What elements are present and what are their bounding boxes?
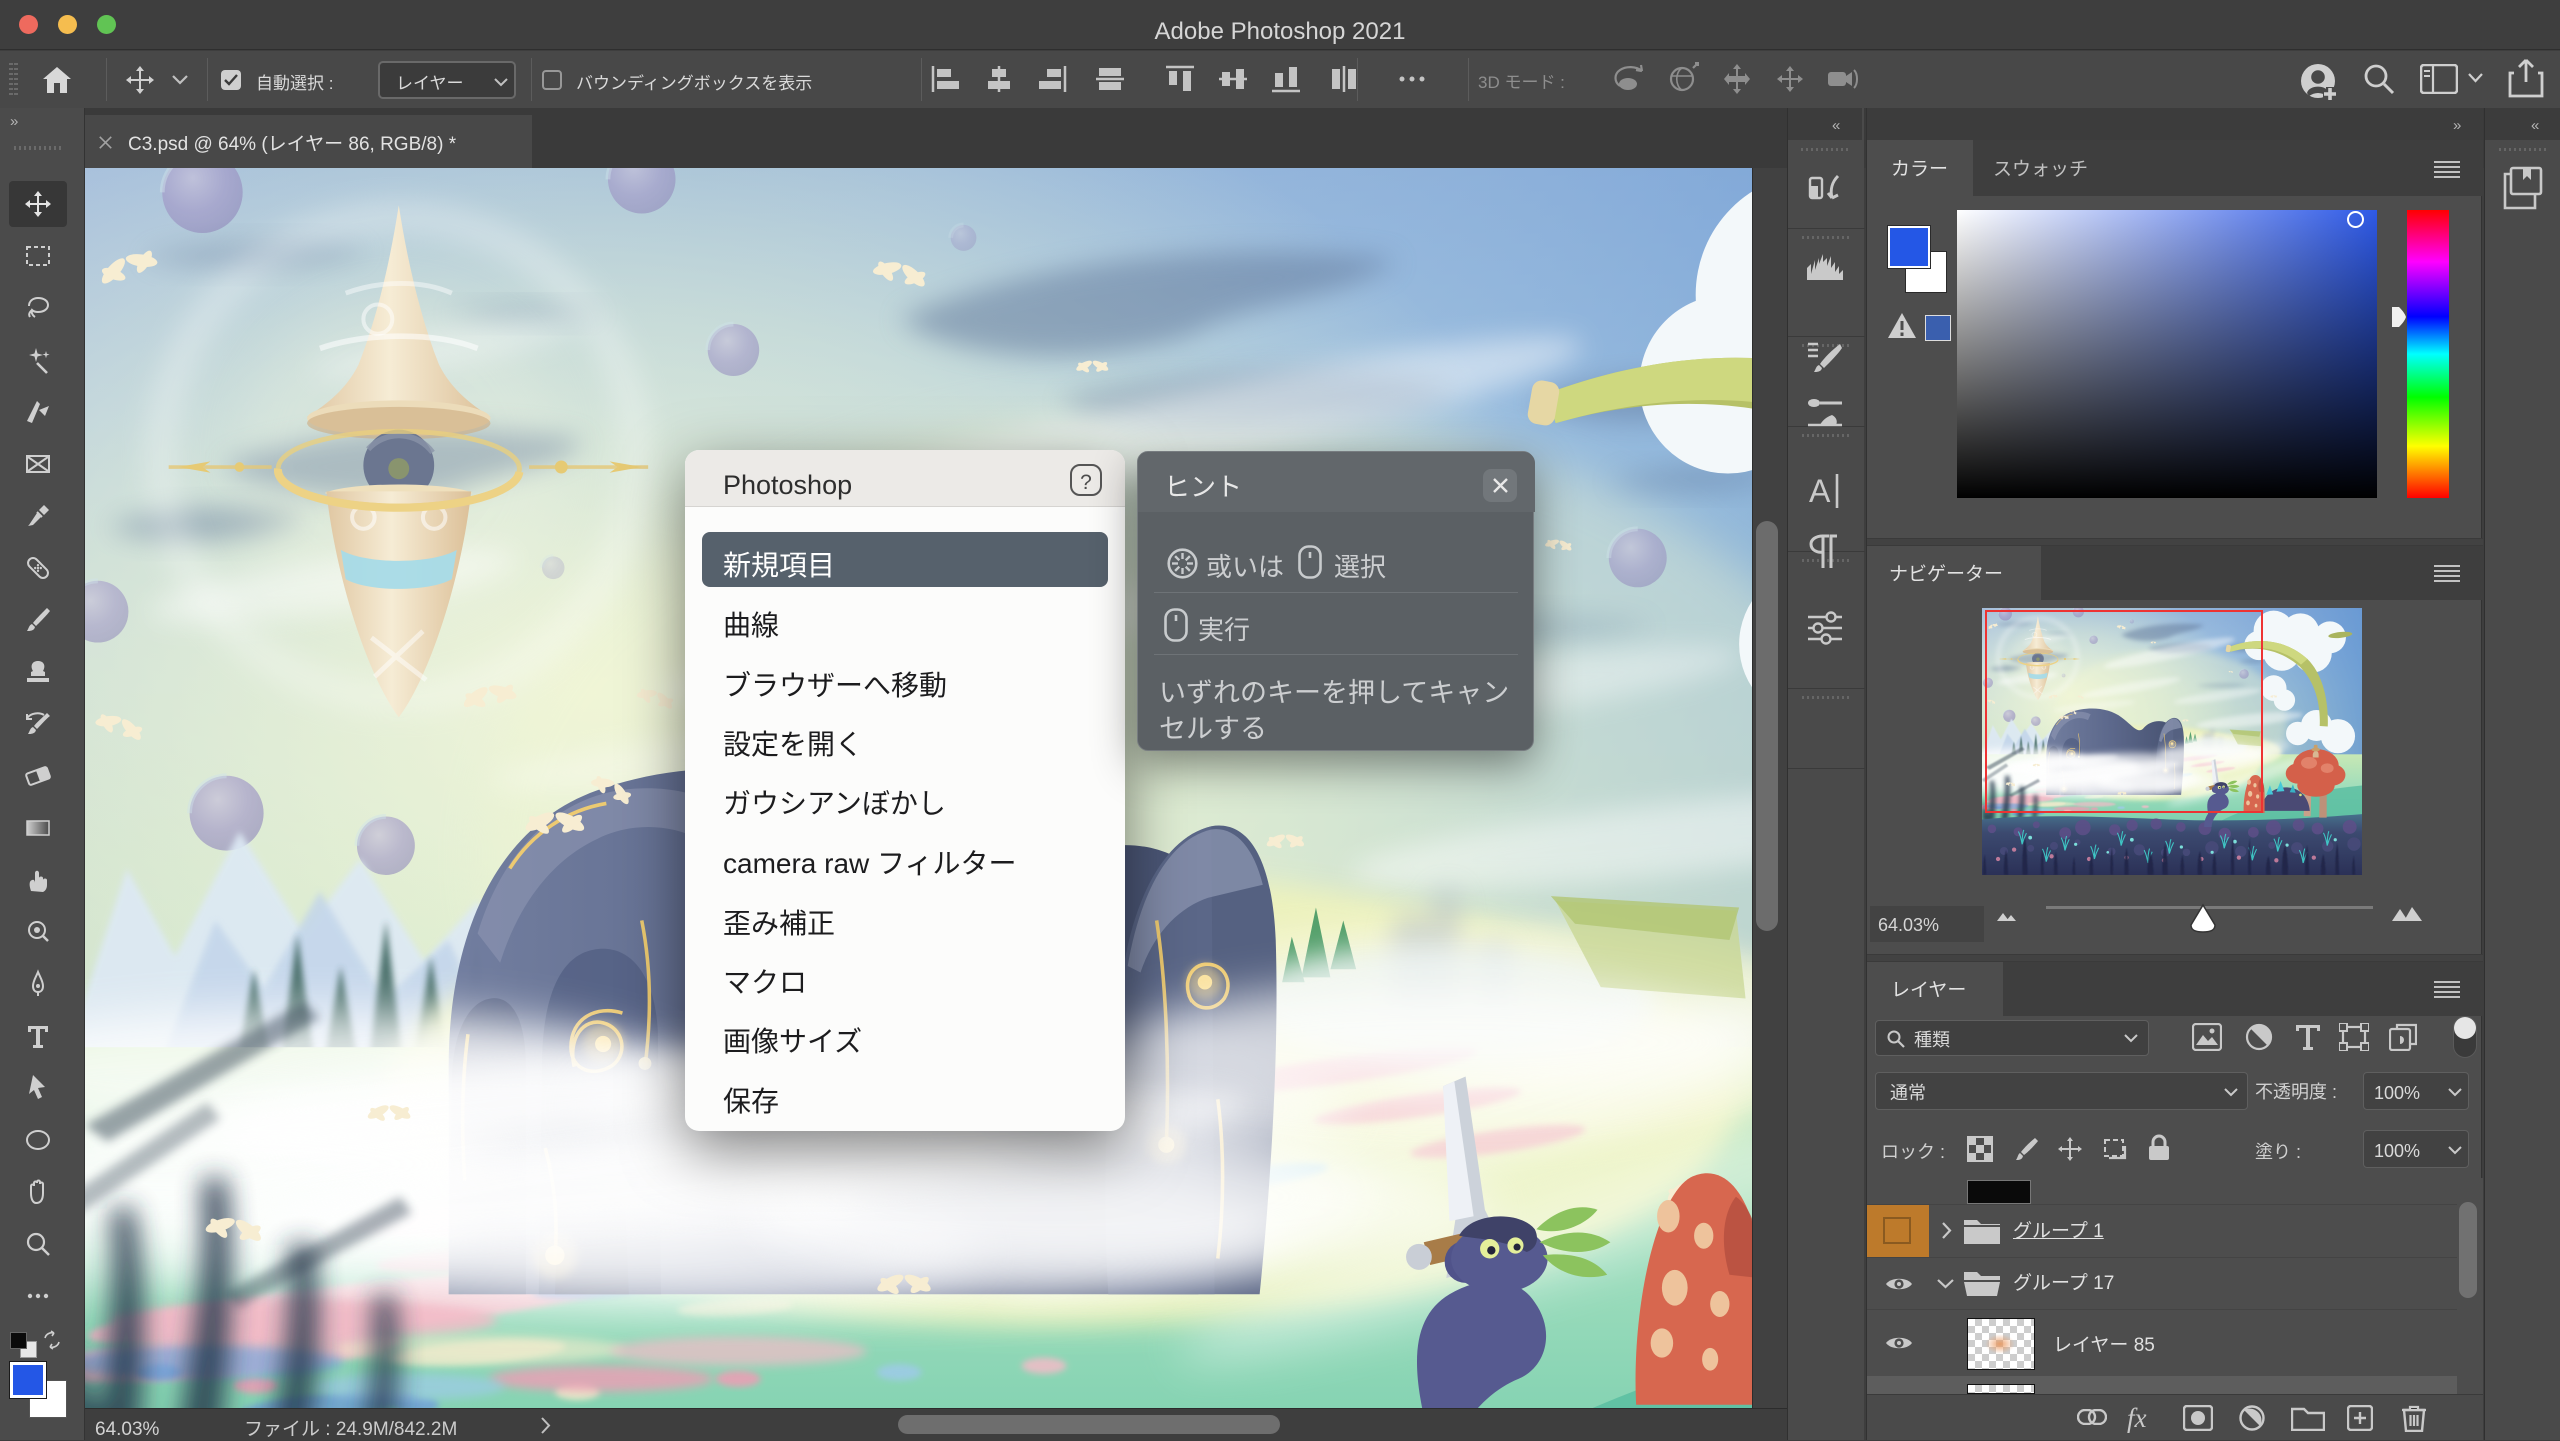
svg-text:A: A	[1809, 473, 1831, 509]
svg-text:fx: fx	[2127, 1403, 2147, 1433]
